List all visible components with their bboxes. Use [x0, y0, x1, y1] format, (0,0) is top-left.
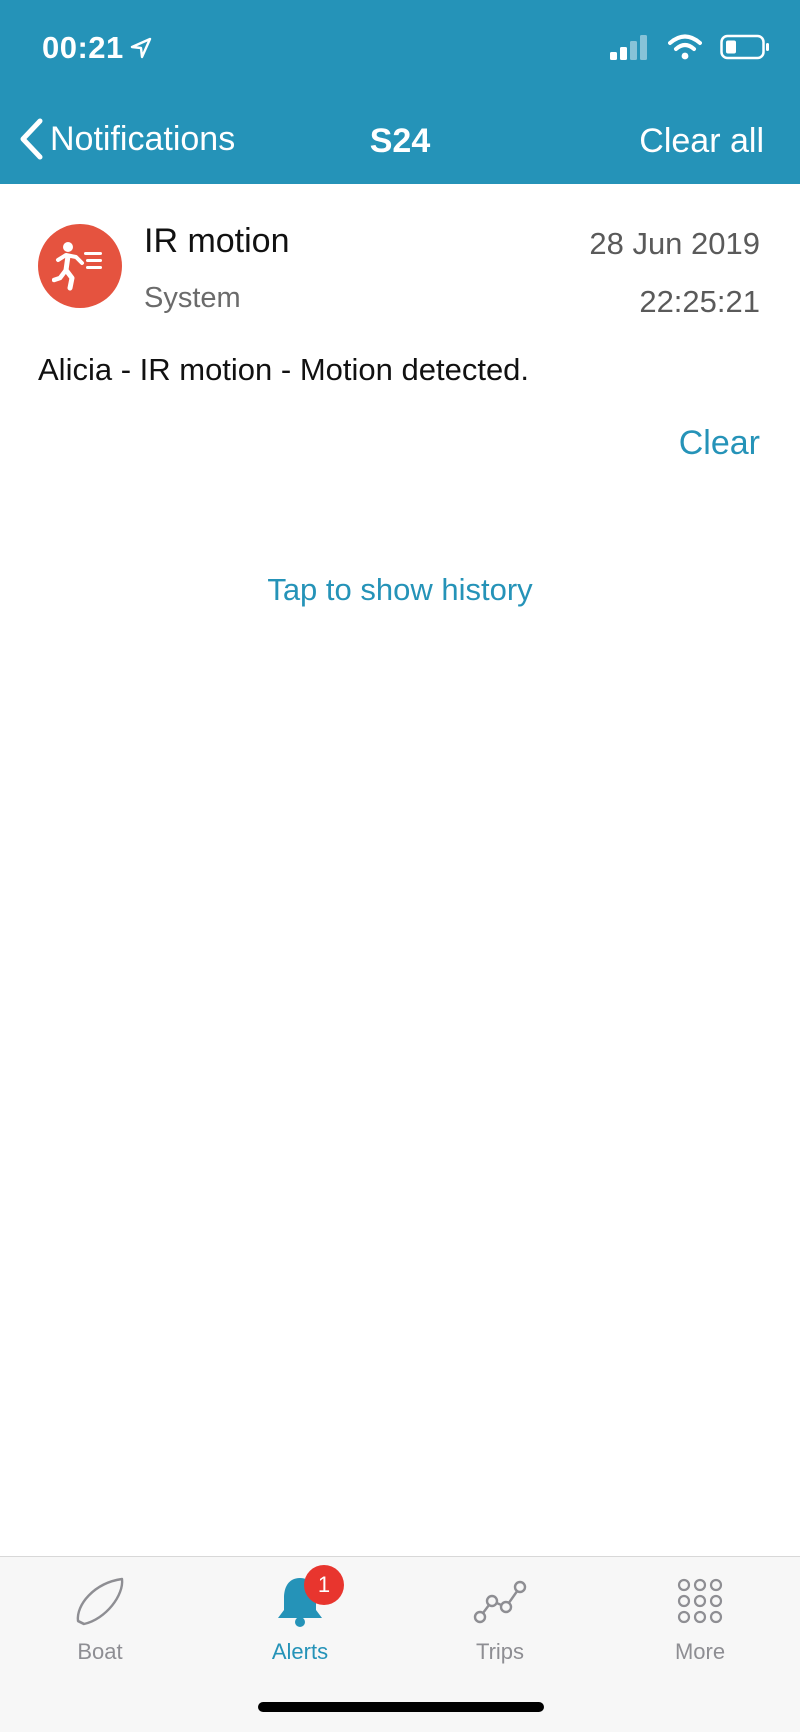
notification-category: System [144, 282, 241, 314]
tab-boat[interactable]: Boat [0, 1557, 200, 1681]
tab-boat-label: Boat [77, 1639, 123, 1664]
tab-trips-icon-wrap [472, 1571, 528, 1631]
home-indicator[interactable] [258, 1702, 544, 1712]
notification-message: Alicia - IR motion - Motion detected. [38, 352, 530, 387]
notification-date: 28 Jun 2019 [589, 226, 760, 261]
tab-boat-icon-wrap [72, 1571, 128, 1631]
tab-more[interactable]: More [600, 1557, 800, 1681]
grid-dots-icon [677, 1578, 723, 1624]
notifications-screen: 00:21 Notifications S24 Clear all IR mot… [0, 0, 800, 1732]
clear-notification-button[interactable]: Clear [679, 424, 760, 463]
tab-more-label: More [674, 1639, 726, 1664]
tab-trips[interactable]: Trips [400, 1557, 600, 1681]
top-bar: 00:21 Notifications S24 Clear all [0, 0, 800, 184]
wifi-icon [668, 34, 702, 60]
status-bar-indicators [610, 34, 770, 60]
motion-alert-avatar [38, 224, 122, 308]
cellular-signal-icon [610, 35, 647, 60]
battery-icon [720, 34, 769, 60]
tab-alerts-label: Alerts [271, 1639, 329, 1664]
tab-more-icon-wrap [674, 1571, 726, 1631]
clear-all-button[interactable]: Clear all [639, 122, 764, 161]
trips-graph-icon [473, 1580, 527, 1624]
alerts-badge: 1 [304, 1565, 344, 1605]
notification-title: IR motion [144, 222, 290, 260]
notification-time: 22:25:21 [639, 284, 760, 319]
location-arrow-icon [130, 37, 151, 59]
tab-alerts-icon-wrap: 1 [274, 1565, 344, 1631]
back-button[interactable]: Notifications [18, 118, 235, 160]
chevron-left-icon [20, 118, 43, 160]
tab-alerts[interactable]: 1 Alerts [200, 1557, 400, 1681]
boat-icon [76, 1577, 124, 1626]
running-person-icon [52, 242, 102, 291]
tab-trips-label: Trips [475, 1639, 525, 1664]
status-time-text: 00:21 [42, 30, 124, 65]
status-bar-time: 00:21 [42, 30, 152, 66]
back-button-label: Notifications [50, 119, 236, 158]
show-history-link[interactable]: Tap to show history [0, 572, 800, 608]
